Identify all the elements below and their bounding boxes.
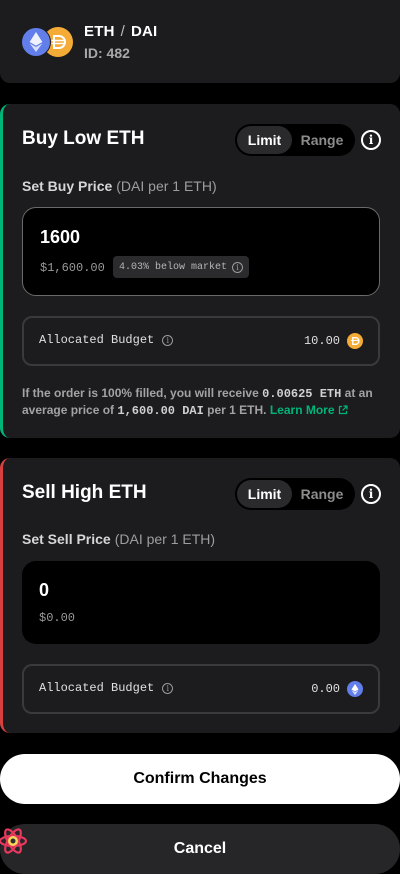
buy-price-label: Set Buy Price (DAI per 1 ETH) [22, 178, 217, 194]
buy-price-unit: (DAI per 1 ETH) [116, 178, 217, 194]
sell-info-icon[interactable]: i [361, 484, 381, 504]
buy-budget-field[interactable]: Allocated Budget i 10.00 [22, 316, 380, 366]
token-pair-icons [21, 27, 75, 57]
summary-receive-amount: 0.00625 ETH [262, 387, 342, 401]
market-diff-text: 4.03% below market [119, 261, 228, 273]
buy-price-label-text: Set Buy Price [22, 178, 113, 194]
market-info-icon[interactable]: i [232, 261, 244, 273]
buy-budget-amount[interactable]: 10.00 [304, 334, 340, 348]
learn-more-link[interactable]: Learn More [270, 403, 348, 417]
strategy-id: ID: 482 [84, 45, 130, 61]
fill-summary: If the order is 100% filled, you will re… [22, 385, 382, 419]
buy-budget-label-text: Allocated Budget [39, 333, 155, 347]
sell-price-field[interactable]: 0 $0.00 [22, 561, 380, 644]
sell-budget-amount[interactable]: 0.00 [311, 682, 340, 696]
quote-token: DAI [130, 23, 158, 40]
budget-info-icon[interactable]: i [162, 682, 174, 694]
sell-limit-tab[interactable]: Limit [237, 480, 292, 508]
sell-range-tab[interactable]: Range [292, 480, 352, 508]
buy-range-tab[interactable]: Range [292, 126, 352, 154]
sell-price-unit: (DAI per 1 ETH) [114, 531, 216, 547]
sell-budget-value[interactable]: 0.00 [311, 681, 363, 697]
eth-icon [347, 681, 363, 697]
sell-price-label-text: Set Sell Price [22, 531, 111, 547]
buy-budget-label: Allocated Budget i [39, 333, 174, 347]
dai-icon [347, 333, 363, 349]
eth-icon [21, 27, 51, 57]
sell-price-input[interactable]: 0 [39, 580, 49, 601]
learn-more-text[interactable]: Learn More [270, 403, 335, 417]
sell-budget-label: Allocated Budget i [39, 681, 174, 695]
buy-limit-tab[interactable]: Limit [237, 126, 292, 154]
pair-title: ETH / DAI [84, 23, 157, 40]
sell-budget-label-text: Allocated Budget [39, 681, 155, 695]
cancel-button[interactable]: Cancel [0, 824, 400, 874]
summary-text-3: per 1 ETH. [203, 403, 270, 417]
sell-order-section: Sell High ETH Limit Range i Set Sell Pri… [0, 458, 400, 733]
summary-text-1: If the order is 100% filled, you will re… [22, 386, 263, 400]
budget-info-icon[interactable]: i [162, 334, 174, 346]
buy-price-input[interactable]: 1600 [40, 227, 80, 248]
external-link-icon [338, 405, 348, 415]
react-devtools-icon[interactable] [0, 824, 32, 858]
buy-info-icon[interactable]: i [361, 130, 381, 150]
sell-title: Sell High ETH [22, 482, 147, 503]
buy-price-field[interactable]: 1600 $1,600.00 4.03% below market i [22, 207, 380, 296]
sell-budget-field[interactable]: Allocated Budget i 0.00 [22, 664, 380, 714]
buy-type-toggle: Limit Range [235, 124, 355, 156]
market-diff-badge: 4.03% below market i [113, 256, 250, 278]
sell-price-label: Set Sell Price (DAI per 1 ETH) [22, 531, 215, 547]
buy-title: Buy Low ETH [22, 128, 145, 149]
buy-order-section: Buy Low ETH Limit Range i Set Buy Price(… [0, 104, 400, 438]
pair-header: ETH / DAI ID: 482 [0, 0, 400, 83]
sell-price-fiat: $0.00 [39, 611, 76, 625]
base-token: ETH [84, 23, 115, 40]
pair-separator: / [120, 23, 125, 40]
summary-avg-price: 1,600.00 DAI [117, 404, 204, 418]
sell-type-toggle: Limit Range [235, 478, 355, 510]
confirm-changes-button[interactable]: Confirm Changes [0, 754, 400, 804]
buy-budget-value[interactable]: 10.00 [304, 333, 363, 349]
buy-price-fiat: $1,600.00 [40, 261, 105, 275]
